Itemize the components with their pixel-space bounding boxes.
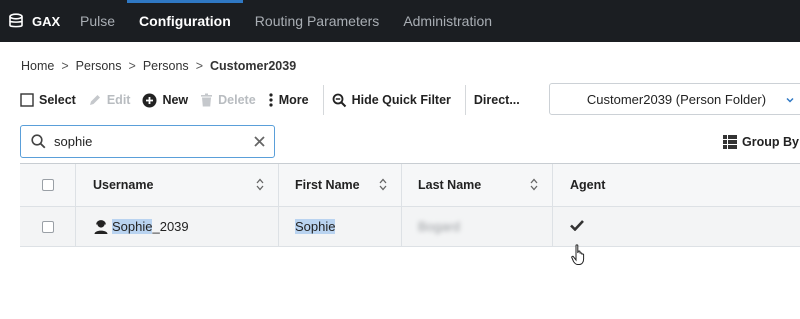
username-cell: Sophie _2039 (76, 207, 279, 246)
breadcrumb-separator: > (61, 59, 69, 73)
sort-icon[interactable] (379, 178, 387, 191)
directory-label: Direct... (473, 93, 520, 107)
checkmark-icon (570, 219, 584, 234)
first-name-match-highlight: Sophie (295, 219, 336, 234)
search-icon (31, 134, 46, 149)
chevron-down-icon (785, 93, 795, 108)
group-by-button[interactable]: Group By (723, 135, 799, 149)
column-header-first-name[interactable]: First Name (279, 164, 402, 206)
new-label: New (162, 93, 189, 107)
tab-administration[interactable]: Administration (391, 0, 504, 42)
brand-label: GAX (32, 13, 61, 29)
select-button[interactable]: Select (20, 93, 76, 107)
header-select-cell (20, 164, 76, 206)
trash-icon (200, 93, 213, 107)
close-icon[interactable] (253, 135, 266, 148)
select-label: Select (39, 93, 76, 107)
row-checkbox[interactable] (41, 220, 54, 233)
toolbar-divider (322, 85, 324, 115)
folder-select[interactable]: Customer2039 (Person Folder) (549, 83, 800, 115)
breadcrumb-separator: > (128, 59, 136, 73)
select-all-checkbox[interactable] (41, 179, 54, 191)
breadcrumb-persons-folder[interactable]: Persons (143, 59, 189, 73)
last-name-value: Bogard (418, 219, 460, 234)
search-input[interactable] (54, 134, 244, 149)
column-header-label: Last Name (418, 178, 482, 192)
vertical-dots-icon (268, 93, 274, 107)
breadcrumb: Home > Persons > Persons > Customer2039 (21, 59, 296, 73)
sort-icon[interactable] (256, 178, 264, 191)
delete-button[interactable]: Delete (200, 93, 256, 107)
toolbar-divider (464, 85, 466, 115)
column-header-last-name[interactable]: Last Name (402, 164, 553, 206)
more-button[interactable]: More (268, 93, 309, 107)
column-header-username[interactable]: Username (76, 164, 279, 206)
agent-cell (553, 207, 800, 246)
new-button[interactable]: New (142, 93, 188, 108)
breadcrumb-persons-root[interactable]: Persons (76, 59, 122, 73)
tab-pulse[interactable]: Pulse (68, 0, 127, 42)
search-minus-icon (332, 93, 347, 108)
row-select-cell (20, 207, 76, 246)
table-header-row: Username First Name Last Name Agent (20, 164, 800, 207)
breadcrumb-current: Customer2039 (210, 59, 297, 73)
persons-table: Username First Name Last Name Agent Soph… (20, 163, 800, 247)
quick-filter-search (20, 125, 275, 158)
folder-select-value: Customer2039 (Person Folder) (586, 91, 767, 107)
edit-button[interactable]: Edit (88, 93, 131, 107)
column-header-label: Agent (570, 178, 606, 192)
person-icon (93, 219, 109, 235)
pencil-icon (88, 93, 102, 107)
table-row[interactable]: Sophie _2039 Sophie Bogard (20, 207, 800, 247)
brand[interactable]: GAX (8, 13, 68, 29)
last-name-cell: Bogard (402, 207, 553, 246)
delete-label: Delete (218, 93, 256, 107)
edit-label: Edit (106, 93, 131, 107)
column-header-label: Username (93, 178, 154, 192)
toolbar: Select Edit New Delete More Hide Quick F… (20, 84, 532, 116)
breadcrumb-separator: > (195, 59, 203, 73)
tab-routing-parameters[interactable]: Routing Parameters (243, 0, 392, 42)
more-label: More (278, 93, 309, 107)
username-match-highlight: Sophie (112, 219, 153, 234)
hide-quick-filter-label: Hide Quick Filter (351, 93, 451, 107)
grid-icon (723, 135, 737, 149)
username-rest: _2039 (152, 219, 189, 234)
directory-dropdown[interactable]: Direct... (474, 93, 520, 107)
column-header-label: First Name (295, 178, 360, 192)
group-by-label: Group By (742, 135, 799, 149)
column-header-agent[interactable]: Agent (553, 164, 800, 206)
top-nav: GAX Pulse Configuration Routing Paramete… (0, 0, 800, 42)
hand-pointer-cursor-icon (571, 244, 587, 269)
sort-icon[interactable] (530, 178, 538, 191)
plus-circle-icon (142, 93, 157, 108)
breadcrumb-home[interactable]: Home (21, 59, 54, 73)
database-icon (8, 13, 24, 29)
hide-quick-filter-button[interactable]: Hide Quick Filter (332, 93, 451, 108)
checkbox-icon (20, 93, 34, 107)
first-name-cell: Sophie (279, 207, 402, 246)
tab-configuration[interactable]: Configuration (127, 0, 243, 42)
